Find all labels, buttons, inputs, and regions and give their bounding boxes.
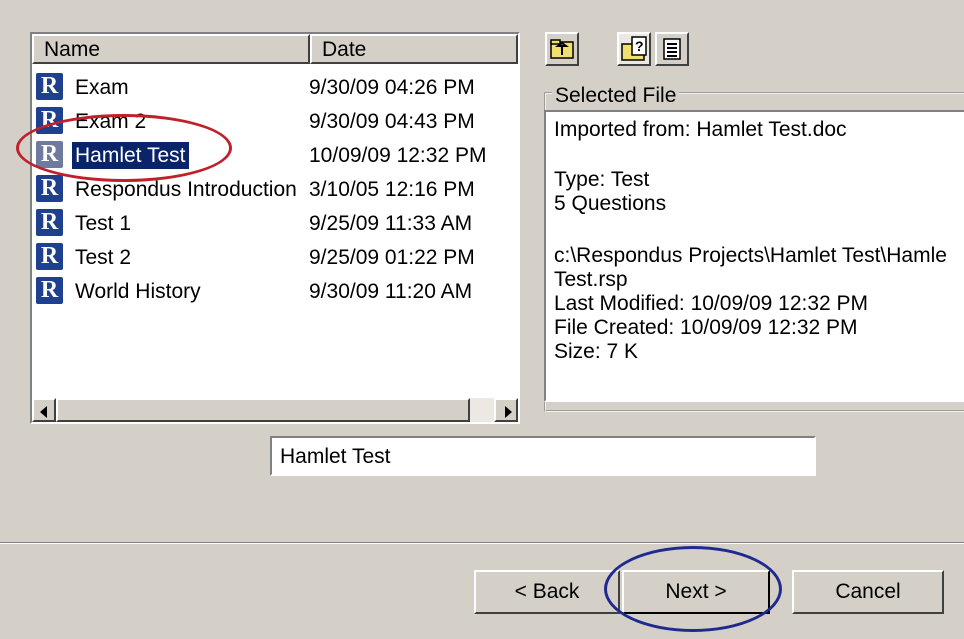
column-header-date-label: Date (322, 38, 367, 61)
info-line: Imported from: Hamlet Test.doc (554, 118, 847, 141)
file-name: Exam (75, 76, 129, 99)
scroll-right-button[interactable] (494, 398, 518, 422)
scroll-thumb[interactable] (56, 398, 470, 422)
respondus-file-icon: R (36, 107, 63, 134)
next-button[interactable]: Next > (622, 570, 770, 614)
properties-icon: ? (621, 36, 647, 61)
list-item-test-1[interactable]: R Test 1 9/25/09 11:33 AM (32, 206, 512, 240)
respondus-file-icon: R (36, 73, 63, 100)
respondus-file-icon: R (36, 141, 63, 168)
details-view-button[interactable] (655, 32, 689, 66)
file-name: World History (75, 280, 201, 303)
info-line: Last Modified: 10/09/09 12:32 PM (554, 292, 869, 315)
respondus-file-icon: R (36, 209, 63, 236)
properties-view-button[interactable]: ? (617, 32, 651, 66)
scroll-left-button[interactable] (32, 398, 56, 422)
file-date: 9/30/09 04:26 PM (309, 76, 475, 99)
column-header-date[interactable]: Date (310, 34, 518, 64)
respondus-file-icon: R (36, 243, 63, 270)
file-date: 9/25/09 11:33 AM (309, 212, 473, 235)
file-name: Respondus Introduction (75, 178, 297, 201)
respondus-file-icon: R (36, 175, 63, 202)
back-button-label: < Back (514, 580, 580, 603)
info-line: c:\Respondus Projects\Hamlet Test\Hamle (554, 244, 947, 267)
file-date: 3/10/05 12:16 PM (309, 178, 475, 201)
file-date: 9/25/09 01:22 PM (309, 246, 475, 269)
column-header-name-label: Name (44, 38, 101, 61)
cancel-button[interactable]: Cancel (792, 570, 944, 614)
up-folder-icon (550, 39, 574, 59)
svg-text:?: ? (635, 38, 644, 54)
next-button-label: Next > (665, 580, 727, 603)
respondus-file-icon: R (36, 277, 63, 304)
list-item-exam-2[interactable]: R Exam 2 9/30/09 04:43 PM (32, 104, 512, 138)
cancel-button-label: Cancel (835, 580, 901, 603)
list-item-respondus-introduction[interactable]: R Respondus Introduction 3/10/05 12:16 P… (32, 172, 512, 206)
list-item-world-history[interactable]: R World History 9/30/09 11:20 AM (32, 274, 512, 308)
file-name: Test 2 (75, 246, 132, 269)
info-line: File Created: 10/09/09 12:32 PM (554, 316, 858, 339)
details-view-icon (663, 38, 681, 60)
file-date: 10/09/09 12:32 PM (309, 144, 487, 167)
list-item-test-2[interactable]: R Test 2 9/25/09 01:22 PM (32, 240, 512, 274)
file-date: 9/30/09 04:43 PM (309, 110, 475, 133)
info-line: Type: Test (554, 168, 650, 191)
arrow-right-icon (505, 406, 512, 418)
file-name: Hamlet Test (72, 142, 189, 169)
info-line: Size: 7 K (554, 340, 639, 363)
horizontal-scrollbar[interactable] (32, 398, 518, 422)
selected-file-info: Imported from: Hamlet Test.doc Type: Tes… (544, 110, 964, 402)
column-header-name[interactable]: Name (32, 34, 310, 64)
filename-value: Hamlet Test (280, 445, 391, 468)
file-date: 9/30/09 11:20 AM (309, 280, 473, 303)
separator (0, 542, 964, 544)
filename-field[interactable]: Hamlet Test (270, 436, 816, 476)
info-line: Test.rsp (554, 268, 628, 291)
file-name: Test 1 (75, 212, 132, 235)
file-list[interactable]: Name Date R Exam 9/30/09 04:26 PM R Exam… (30, 32, 520, 424)
list-item-hamlet-test[interactable]: R Hamlet Test 10/09/09 12:32 PM (32, 138, 512, 172)
selected-file-label: Selected File (552, 84, 680, 108)
list-item-exam[interactable]: R Exam 9/30/09 04:26 PM (32, 70, 512, 104)
back-button[interactable]: < Back (474, 570, 620, 614)
file-name: Exam 2 (75, 110, 147, 133)
info-line: 5 Questions (554, 192, 667, 215)
arrow-left-icon (40, 406, 47, 418)
up-folder-button[interactable] (545, 32, 579, 66)
